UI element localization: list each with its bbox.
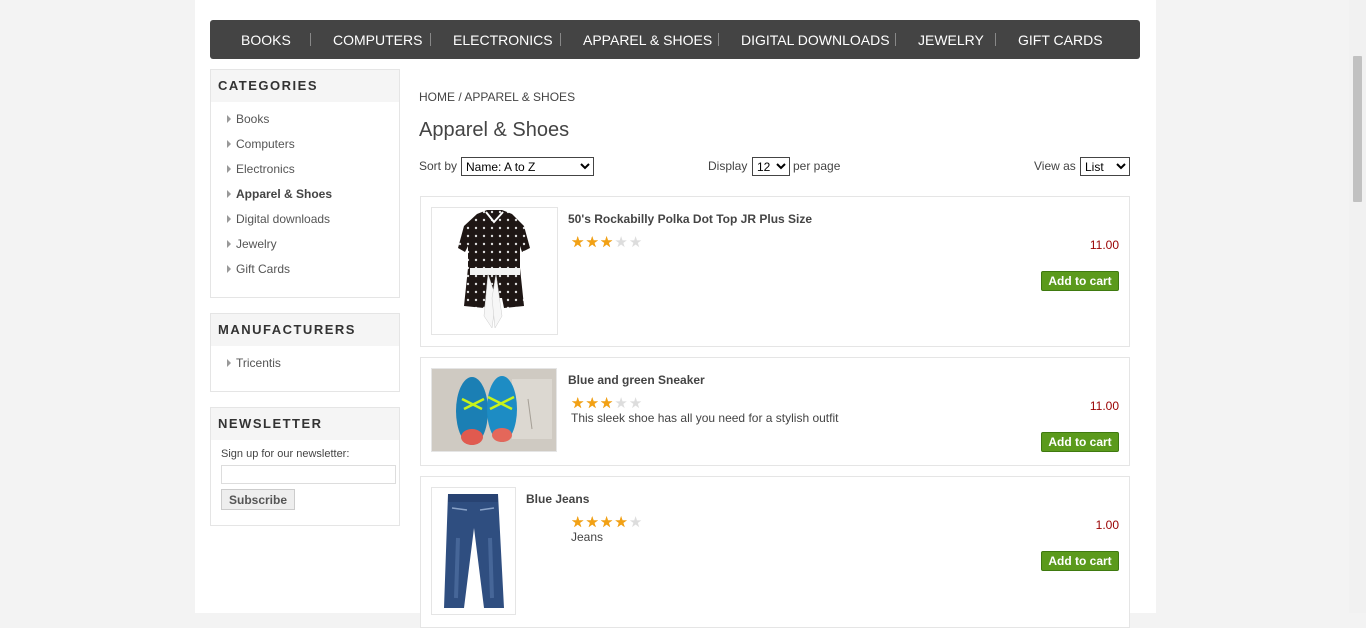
- subscribe-button[interactable]: Subscribe: [221, 489, 295, 510]
- top-menu: BOOKS COMPUTERS ELECTRONICS APPAREL & SH…: [210, 20, 1140, 59]
- product-rating: ★ ★ ★ ★ ★: [571, 515, 642, 530]
- star-filled-icon: ★: [599, 234, 614, 251]
- arrow-right-icon: [227, 190, 231, 198]
- product-rating: ★ ★ ★ ★ ★: [571, 396, 642, 411]
- product-price: 11.00: [1089, 238, 1119, 252]
- polka-dot-top-image[interactable]: [431, 207, 558, 335]
- sneaker-image[interactable]: [431, 368, 557, 452]
- product-title[interactable]: 50's Rockabilly Polka Dot Top JR Plus Si…: [568, 212, 812, 226]
- add-to-cart-button[interactable]: Add to cart: [1041, 432, 1119, 452]
- breadcrumb-separator: /: [458, 90, 462, 104]
- sort-by-label: Sort by: [419, 159, 458, 173]
- category-item-jewelry[interactable]: Jewelry: [211, 237, 399, 262]
- menu-separator: [560, 33, 561, 46]
- view-as-label: View as: [1034, 159, 1076, 173]
- newsletter-title: NEWSLETTER: [211, 408, 399, 440]
- category-item-apparel-shoes[interactable]: Apparel & Shoes: [211, 187, 399, 212]
- product-description: This sleek shoe has all you need for a s…: [571, 411, 839, 425]
- top-menu-gift-cards[interactable]: GIFT CARDS: [1018, 32, 1103, 48]
- product-rating: ★ ★ ★ ★ ★: [571, 235, 642, 250]
- page-size-select[interactable]: 12: [752, 157, 790, 176]
- product-title[interactable]: Blue and green Sneaker: [568, 373, 705, 387]
- manufacturers-title: MANUFACTURERS: [211, 314, 399, 346]
- view-mode-select[interactable]: List: [1080, 157, 1130, 176]
- add-to-cart-button[interactable]: Add to cart: [1041, 271, 1119, 291]
- top-menu-digital-downloads[interactable]: DIGITAL DOWNLOADS: [741, 32, 890, 48]
- star-filled-icon: ★: [585, 395, 599, 412]
- menu-separator: [718, 33, 719, 46]
- category-item-computers[interactable]: Computers: [211, 137, 399, 162]
- product-item: 50's Rockabilly Polka Dot Top JR Plus Si…: [420, 196, 1130, 347]
- star-empty-icon: ★: [628, 395, 643, 412]
- star-filled-icon: ★: [599, 395, 614, 412]
- arrow-right-icon: [227, 165, 231, 173]
- star-empty-icon: ★: [628, 234, 643, 251]
- star-filled-icon: ★: [614, 514, 628, 531]
- breadcrumb-home[interactable]: HOME: [419, 90, 455, 104]
- category-item-electronics[interactable]: Electronics: [211, 162, 399, 187]
- category-item-books[interactable]: Books: [211, 112, 399, 137]
- category-item-gift-cards[interactable]: Gift Cards: [211, 262, 399, 287]
- star-empty-icon: ★: [614, 395, 628, 412]
- product-item: Blue Jeans ★ ★ ★ ★ ★ Jeans 1.00 Add to c…: [420, 476, 1130, 628]
- star-filled-icon: ★: [571, 395, 585, 412]
- newsletter-block: NEWSLETTER Sign up for our newsletter: S…: [210, 407, 400, 526]
- breadcrumb: HOME / APPAREL & SHOES: [419, 90, 575, 104]
- menu-separator: [430, 33, 431, 46]
- manufacturers-block: MANUFACTURERS Tricentis: [210, 313, 400, 392]
- star-filled-icon: ★: [571, 234, 585, 251]
- page-container: BOOKS COMPUTERS ELECTRONICS APPAREL & SH…: [195, 0, 1156, 628]
- arrow-right-icon: [227, 115, 231, 123]
- jeans-image[interactable]: [431, 487, 516, 615]
- top-menu-electronics[interactable]: ELECTRONICS: [453, 32, 553, 48]
- categories-title: CATEGORIES: [211, 70, 399, 102]
- star-empty-icon: ★: [614, 234, 628, 251]
- vertical-scrollbar[interactable]: [1349, 0, 1366, 613]
- scrollbar-thumb[interactable]: [1353, 56, 1362, 202]
- star-filled-icon: ★: [585, 514, 599, 531]
- top-menu-computers[interactable]: COMPUTERS: [333, 32, 422, 48]
- product-title[interactable]: Blue Jeans: [526, 492, 589, 506]
- star-filled-icon: ★: [585, 234, 599, 251]
- product-item: Blue and green Sneaker ★ ★ ★ ★ ★ This sl…: [420, 357, 1130, 466]
- manufacturer-item-tricentis[interactable]: Tricentis: [211, 356, 399, 381]
- newsletter-label: Sign up for our newsletter:: [221, 448, 350, 460]
- star-filled-icon: ★: [599, 514, 614, 531]
- add-to-cart-button[interactable]: Add to cart: [1041, 551, 1119, 571]
- arrow-right-icon: [227, 359, 231, 367]
- arrow-right-icon: [227, 265, 231, 273]
- page-title: Apparel & Shoes: [419, 119, 570, 141]
- breadcrumb-current[interactable]: APPAREL & SHOES: [464, 90, 575, 104]
- sort-by-select[interactable]: Name: A to Z: [461, 157, 594, 176]
- top-menu-apparel-shoes[interactable]: APPAREL & SHOES: [583, 32, 712, 48]
- star-filled-icon: ★: [571, 514, 585, 531]
- product-description: Jeans: [571, 530, 604, 544]
- display-label: Display: [708, 159, 748, 173]
- menu-separator: [895, 33, 896, 46]
- newsletter-email-input[interactable]: [221, 465, 396, 484]
- top-menu-books[interactable]: BOOKS: [241, 32, 291, 48]
- menu-separator: [995, 33, 996, 46]
- star-empty-icon: ★: [628, 514, 643, 531]
- category-item-digital-downloads[interactable]: Digital downloads: [211, 212, 399, 237]
- per-page-label: per page: [793, 159, 841, 173]
- arrow-right-icon: [227, 215, 231, 223]
- product-price: 11.00: [1089, 399, 1119, 413]
- top-menu-jewelry[interactable]: JEWELRY: [918, 32, 984, 48]
- product-price: 1.00: [1095, 518, 1119, 532]
- arrow-right-icon: [227, 140, 231, 148]
- arrow-right-icon: [227, 240, 231, 248]
- categories-block: CATEGORIES Books Computers Electronics A…: [210, 69, 400, 298]
- menu-separator: [310, 33, 311, 46]
